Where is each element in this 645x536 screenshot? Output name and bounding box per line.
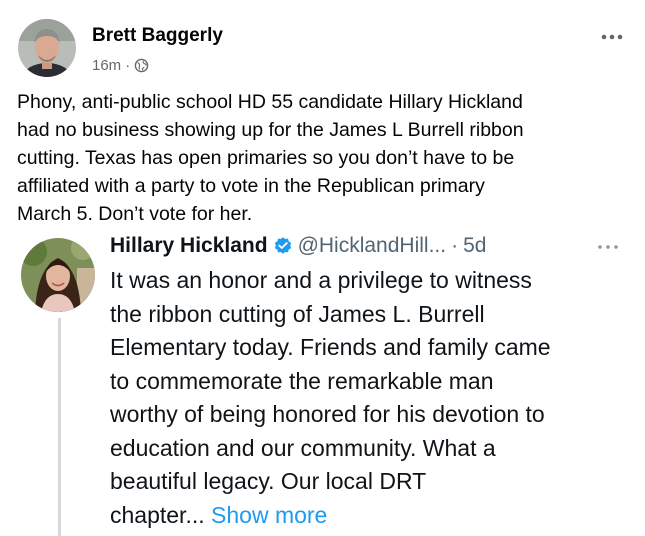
tweet-text-line: to commemorate the remarkable man (110, 367, 494, 394)
post-time[interactable]: 16m (92, 57, 121, 74)
tweet-text-last-line: chapter... Show more (110, 499, 630, 533)
tweet-header: Hillary Hickland @HicklandHill... · 5d (110, 234, 486, 258)
post-text-line: affiliated with a party to vote in the R… (17, 175, 485, 197)
post-text-line: had no business showing up for the James… (17, 119, 524, 141)
tweet-author-avatar[interactable] (21, 238, 95, 312)
tweet-author-name[interactable]: Hillary Hickland (110, 234, 268, 258)
show-more-link[interactable]: Show more (211, 502, 327, 528)
tweet-text-line: worthy of being honored for his devotion… (110, 401, 545, 427)
globe-icon[interactable] (134, 58, 149, 73)
more-horizontal-icon[interactable] (597, 27, 627, 47)
author-avatar-image (18, 19, 76, 77)
post-text-line: March 5. Don’t vote for her. (17, 203, 253, 225)
tweet-text: It was an honor and a privilege to witne… (110, 264, 630, 532)
post-text-line: Phony, anti-public school HD 55 candidat… (17, 91, 523, 113)
tweet-author-handle[interactable]: @HicklandHill... (298, 234, 447, 258)
thread-rail (58, 318, 61, 536)
tweet-truncated-text: chapter... (110, 501, 212, 528)
more-horizontal-icon[interactable] (594, 239, 622, 255)
tweet-time[interactable]: 5d (463, 234, 486, 258)
post-meta: 16m · (92, 57, 149, 74)
post-text: Phony, anti-public school HD 55 candidat… (17, 88, 637, 228)
tweet-text-line: the ribbon cutting of James L. Burrell (110, 300, 485, 327)
author-name[interactable]: Brett Baggerly (92, 25, 223, 47)
post-text-line: cutting. Texas has open primaries so you… (17, 147, 515, 169)
tweet-avatar-image (21, 238, 95, 312)
tweet-text-line: beautiful legacy. Our local DRT (110, 468, 427, 494)
tweet-text-line: It was an honor and a privilege to witne… (110, 267, 532, 293)
verified-badge-icon (273, 236, 293, 256)
author-avatar[interactable] (18, 19, 76, 77)
tweet-meta-separator: · (451, 234, 459, 257)
tweet-text-line: education and our community. What a (110, 434, 496, 461)
meta-separator: · (125, 57, 131, 74)
facebook-post: Brett Baggerly 16m · Phony, anti-public … (0, 0, 645, 536)
tweet-text-line: Elementary today. Friends and family cam… (110, 334, 551, 360)
